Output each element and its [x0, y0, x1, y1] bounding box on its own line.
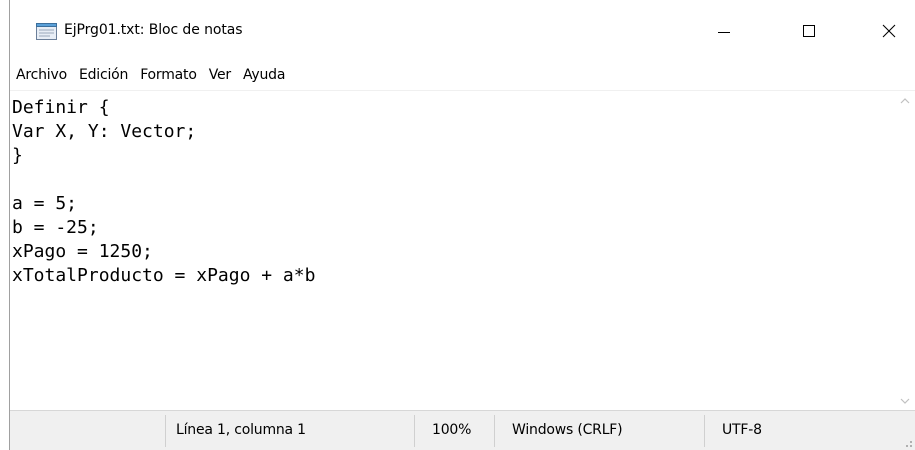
- status-divider: [414, 415, 415, 447]
- close-icon: [882, 24, 896, 38]
- resize-grip-icon[interactable]: [901, 436, 913, 448]
- status-divider: [494, 415, 495, 447]
- minimize-button[interactable]: [700, 0, 748, 62]
- status-divider: [704, 415, 705, 447]
- maximize-button[interactable]: [785, 0, 833, 62]
- window-title: EjPrg01.txt: Bloc de notas: [64, 22, 243, 38]
- maximize-icon: [803, 25, 815, 37]
- code-line: xTotalProducto = xPago + a*b: [12, 265, 316, 286]
- status-bar: Línea 1, columna 1 100% Windows (CRLF) U…: [10, 410, 915, 450]
- editor-separator: [10, 90, 915, 91]
- menu-ver[interactable]: Ver: [203, 62, 237, 88]
- encoding: UTF-8: [722, 422, 762, 438]
- title-bar[interactable]: EjPrg01.txt: Bloc de notas: [10, 0, 915, 62]
- menu-archivo[interactable]: Archivo: [10, 62, 73, 88]
- menu-bar: Archivo Edición Formato Ver Ayuda: [10, 62, 915, 88]
- notepad-window: EjPrg01.txt: Bloc de notas Archivo Edici…: [0, 0, 915, 450]
- line-ending: Windows (CRLF): [512, 422, 623, 438]
- text-editor[interactable]: Definir { Var X, Y: Vector; } a = 5; b =…: [10, 92, 895, 410]
- vertical-scrollbar[interactable]: [895, 92, 915, 410]
- code-line: Var X, Y: Vector;: [12, 121, 197, 142]
- menu-ayuda[interactable]: Ayuda: [237, 62, 291, 88]
- scroll-down-button[interactable]: [895, 392, 915, 410]
- code-line: a = 5;: [12, 193, 78, 214]
- code-line: Definir {: [12, 97, 110, 118]
- notepad-icon: [36, 23, 57, 40]
- code-line: }: [12, 145, 23, 166]
- menu-edicion[interactable]: Edición: [73, 62, 134, 88]
- chevron-down-icon: [900, 398, 910, 404]
- status-divider: [165, 415, 166, 447]
- scroll-up-button[interactable]: [895, 92, 915, 110]
- zoom-level: 100%: [432, 422, 472, 438]
- code-line: b = -25;: [12, 217, 99, 238]
- minimize-icon: [718, 31, 730, 33]
- cursor-position: Línea 1, columna 1: [176, 422, 306, 438]
- close-button[interactable]: [865, 0, 913, 62]
- chevron-up-icon: [900, 98, 910, 104]
- code-line: xPago = 1250;: [12, 241, 153, 262]
- menu-formato[interactable]: Formato: [134, 62, 203, 88]
